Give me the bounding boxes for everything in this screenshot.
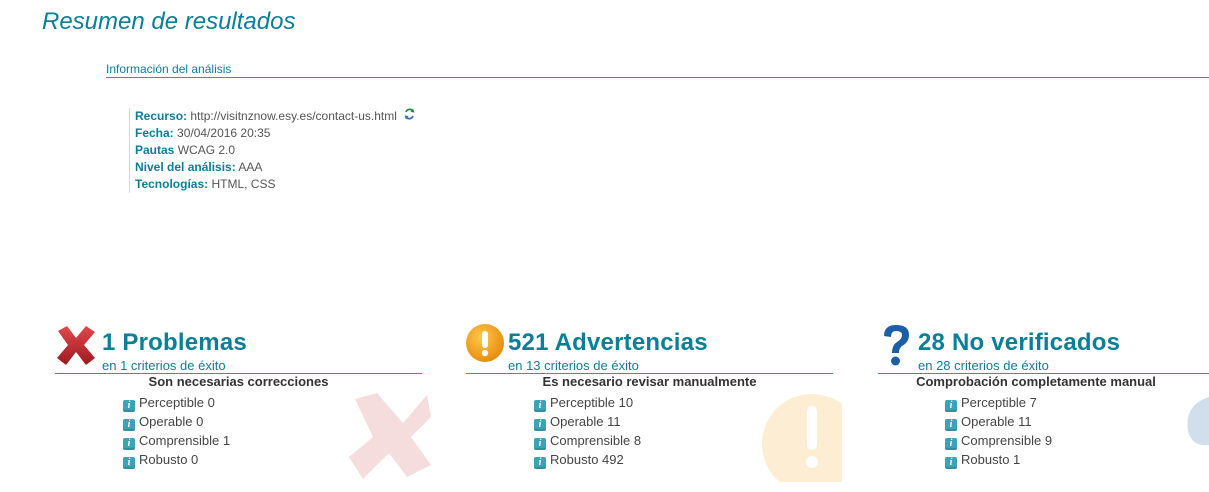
- unverified-note: Comprobación completamente manual: [916, 374, 1156, 389]
- info-value: 30/04/2016 20:35: [177, 126, 271, 141]
- unverified-item-perceptible: Perceptible 7: [961, 395, 1037, 410]
- list-item: i Perceptible 0: [123, 393, 230, 412]
- summary-unverified: 28 No verificados en 28 criterios de éxi…: [878, 322, 1209, 482]
- info-value: WCAG 2.0: [177, 143, 236, 158]
- info-row-technologies: Tecnologías: HTML, CSS: [135, 176, 415, 193]
- warnings-note: Es necesario revisar manualmente: [542, 374, 757, 389]
- analysis-info: Recurso: http://visitnznow.esy.es/contac…: [129, 108, 415, 194]
- warning-exclamation-icon: [465, 323, 505, 368]
- problems-heading: 1 Problemas: [102, 329, 247, 356]
- summary-warnings: 521 Advertencias en 13 criterios de éxit…: [465, 322, 842, 482]
- analysis-info-header: Información del análisis: [106, 62, 1209, 78]
- unverified-heading: 28 No verificados: [918, 329, 1121, 356]
- list-item: i Robusto 0: [123, 450, 230, 469]
- list-item: i Comprensible 9: [945, 431, 1052, 450]
- info-value: AAA: [238, 160, 263, 175]
- info-row-guidelines: Pautas WCAG 2.0: [135, 142, 415, 159]
- error-watermark: [345, 387, 431, 482]
- info-icon: i: [123, 400, 135, 412]
- reload-icon[interactable]: [404, 108, 415, 125]
- problems-item-operable: Operable 0: [139, 414, 204, 429]
- warnings-list: i Perceptible 10 i Operable 11 i Comprensib…: [534, 393, 641, 469]
- list-item: i Perceptible 10: [534, 393, 641, 412]
- warnings-item-operable: Operable 11: [550, 414, 621, 429]
- info-icon: i: [534, 400, 546, 412]
- list-item: i Comprensible 1: [123, 431, 230, 450]
- summary-problems: 1 Problemas en 1 criterios de éxito Son …: [55, 322, 431, 482]
- info-icon: i: [945, 438, 957, 450]
- unverified-item-operable: Operable 11: [961, 414, 1032, 429]
- list-item: i Operable 11: [945, 412, 1052, 431]
- list-item: i Operable 0: [123, 412, 230, 431]
- question-mark-icon: [879, 323, 913, 372]
- info-icon: i: [534, 438, 546, 450]
- info-label: Tecnologías:: [135, 177, 209, 192]
- problems-list: i Perceptible 0 i Operable 0 i Comprensible…: [123, 393, 230, 469]
- info-value: HTML, CSS: [211, 177, 276, 192]
- info-icon: i: [123, 438, 135, 450]
- problems-item-perceptible: Perceptible 0: [139, 395, 215, 410]
- info-icon: i: [534, 457, 546, 469]
- list-item: i Robusto 492: [534, 450, 641, 469]
- info-label: Pautas: [135, 143, 175, 158]
- list-item: i Comprensible 8: [534, 431, 641, 450]
- warnings-criteria: en 13 criterios de éxito: [508, 358, 639, 373]
- warning-watermark: [762, 382, 842, 482]
- list-item: i Operable 11: [534, 412, 641, 431]
- resource-url: http://visitnznow.esy.es/contact-us.html: [190, 109, 397, 123]
- info-label: Nivel del análisis:: [135, 160, 236, 175]
- info-row-date: Fecha: 30/04/2016 20:35: [135, 125, 415, 142]
- warnings-item-robusto: Robusto 492: [550, 452, 624, 467]
- problems-item-robusto: Robusto 0: [139, 452, 199, 467]
- warnings-item-perceptible: Perceptible 10: [550, 395, 634, 410]
- info-icon: i: [534, 419, 546, 431]
- list-item: i Robusto 1: [945, 450, 1052, 469]
- info-label: Recurso:: [135, 109, 188, 123]
- info-icon: i: [945, 457, 957, 469]
- unverified-item-robusto: Robusto 1: [961, 452, 1021, 467]
- warnings-heading: 521 Advertencias: [508, 329, 708, 356]
- unverified-watermark: [1180, 387, 1209, 482]
- info-icon: i: [123, 419, 135, 431]
- problems-note: Son necesarias correcciones: [148, 374, 329, 389]
- problems-criteria: en 1 criterios de éxito: [102, 358, 226, 373]
- unverified-criteria: en 28 criterios de éxito: [918, 358, 1049, 373]
- info-label: Fecha:: [135, 126, 174, 141]
- unverified-item-comprensible: Comprensible 9: [961, 433, 1053, 448]
- list-item: i Perceptible 7: [945, 393, 1052, 412]
- problems-item-comprensible: Comprensible 1: [139, 433, 231, 448]
- unverified-list: i Perceptible 7 i Operable 11 i Comprensibl…: [945, 393, 1052, 469]
- info-icon: i: [123, 457, 135, 469]
- info-row-level: Nivel del análisis: AAA: [135, 159, 415, 176]
- page-title: Resumen de resultados: [42, 8, 296, 35]
- info-icon: i: [945, 419, 957, 431]
- error-x-icon: [55, 324, 97, 371]
- info-row-resource: Recurso: http://visitnznow.esy.es/contac…: [135, 108, 415, 125]
- warnings-item-comprensible: Comprensible 8: [550, 433, 642, 448]
- info-icon: i: [945, 400, 957, 412]
